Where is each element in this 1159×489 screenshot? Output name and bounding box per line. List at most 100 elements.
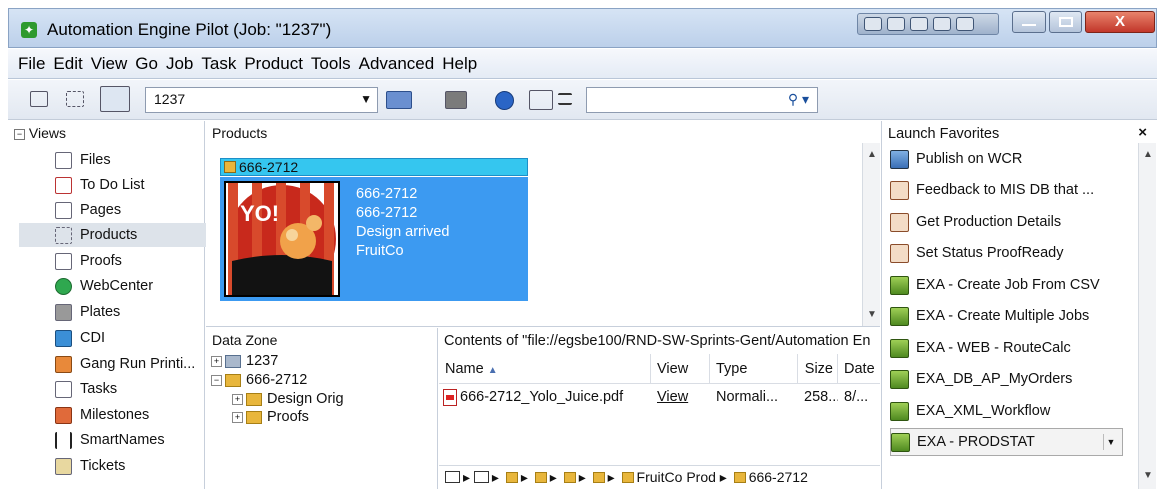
- views-header[interactable]: − Views: [8, 121, 204, 145]
- tree-node-666-2712[interactable]: − 666-2712: [211, 371, 307, 389]
- column-header-date[interactable]: Date: [838, 354, 880, 384]
- favorite-item[interactable]: EXA - Create Job From CSV: [890, 271, 1122, 299]
- title-tool-icon[interactable]: [956, 17, 974, 31]
- favorite-item[interactable]: EXA - Create Multiple Jobs: [890, 302, 1122, 330]
- search-icon[interactable]: ⚲ ▾: [788, 91, 809, 108]
- scroll-up-icon[interactable]: ▲: [1143, 149, 1153, 160]
- expand-icon[interactable]: +: [232, 411, 243, 423]
- menu-help[interactable]: Help: [442, 54, 477, 74]
- tree-node-label: Proofs: [267, 409, 309, 425]
- panel-toggle-icon[interactable]: [100, 86, 130, 112]
- computer-icon[interactable]: [30, 91, 48, 107]
- product-card[interactable]: YO! 666-2712 666-2712 Design arrived Fru…: [220, 177, 528, 301]
- menu-edit[interactable]: Edit: [53, 54, 82, 74]
- close-button[interactable]: X: [1085, 11, 1155, 33]
- list-view-icon[interactable]: [558, 93, 572, 105]
- scroll-down-icon[interactable]: ▼: [1143, 470, 1153, 481]
- network-icon[interactable]: [445, 471, 460, 483]
- view-item-todo[interactable]: To Do List: [55, 173, 144, 197]
- job-combo[interactable]: 1237 ▼: [145, 87, 378, 113]
- view-item-smartnames[interactable]: SmartNames: [55, 428, 165, 452]
- view-item-webcenter[interactable]: WebCenter: [55, 274, 153, 298]
- path-segment[interactable]: 666-2712: [749, 469, 808, 485]
- close-icon[interactable]: ×: [1138, 124, 1147, 141]
- grid-view-icon[interactable]: [66, 91, 84, 107]
- view-item-files[interactable]: Files: [55, 148, 111, 172]
- view-item-gang-run[interactable]: Gang Run Printi...: [55, 352, 195, 376]
- folder-icon[interactable]: [733, 472, 746, 483]
- expand-icon[interactable]: +: [211, 355, 222, 367]
- folder-icon[interactable]: [505, 472, 518, 483]
- maximize-icon: [1058, 17, 1073, 27]
- view-item-tasks[interactable]: Tasks: [55, 377, 117, 401]
- menu-task[interactable]: Task: [201, 54, 236, 74]
- folder-icon[interactable]: [621, 472, 634, 483]
- favorite-item[interactable]: EXA - WEB - RouteCalc: [890, 334, 1122, 362]
- favorite-item[interactable]: Publish on WCR: [890, 145, 1122, 173]
- view-item-proofs[interactable]: Proofs: [55, 249, 122, 273]
- scroll-down-icon[interactable]: ▼: [867, 309, 877, 320]
- chevron-down-icon[interactable]: ▼: [1103, 434, 1118, 450]
- favorite-item[interactable]: EXA_XML_Workflow: [890, 397, 1122, 425]
- column-header-type[interactable]: Type: [710, 354, 798, 384]
- collapse-icon[interactable]: −: [14, 129, 25, 140]
- title-tool-icon[interactable]: [910, 17, 928, 31]
- path-segment[interactable]: FruitCo Prod: [637, 469, 716, 485]
- title-tool-icon[interactable]: [933, 17, 951, 31]
- new-product-icon[interactable]: [445, 91, 467, 109]
- view-item-cdi[interactable]: CDI: [55, 326, 105, 350]
- menu-go[interactable]: Go: [135, 54, 158, 74]
- favorite-item[interactable]: EXA_DB_AP_MyOrders: [890, 365, 1122, 393]
- web-icon: [890, 149, 909, 169]
- view-item-label: Files: [80, 152, 111, 168]
- favorite-item[interactable]: Feedback to MIS DB that ...: [890, 176, 1122, 204]
- title-tool-icon[interactable]: [864, 17, 882, 31]
- title-tool-icon[interactable]: [887, 17, 905, 31]
- view-item-pages[interactable]: Pages: [55, 198, 121, 222]
- menu-job[interactable]: Job: [166, 54, 193, 74]
- file-name: 666-2712_Yolo_Juice.pdf: [460, 389, 624, 405]
- favorite-item[interactable]: Get Production Details: [890, 208, 1122, 236]
- tree-node-proofs[interactable]: + Proofs: [232, 408, 309, 426]
- minimize-button[interactable]: [1012, 11, 1046, 33]
- info-icon[interactable]: [495, 91, 514, 110]
- folder-icon[interactable]: [534, 472, 547, 483]
- menu-tools[interactable]: Tools: [311, 54, 351, 74]
- product-card-details: 666-2712 666-2712 Design arrived FruitCo: [356, 185, 450, 261]
- collapse-icon[interactable]: −: [211, 374, 222, 386]
- maximize-button[interactable]: [1049, 11, 1082, 33]
- view-item-products[interactable]: Products: [19, 223, 209, 247]
- computer-icon[interactable]: [473, 471, 489, 483]
- tree-node-design-orig[interactable]: + Design Orig: [232, 390, 344, 408]
- column-header-size[interactable]: Size: [798, 354, 838, 384]
- file-size: 258...: [804, 389, 838, 405]
- file-row-name[interactable]: 666-2712_Yolo_Juice.pdf: [443, 385, 649, 409]
- file-view-link[interactable]: View: [657, 385, 707, 409]
- favorites-scrollbar[interactable]: ▲ ▼: [1138, 143, 1156, 489]
- menu-advanced[interactable]: Advanced: [359, 54, 435, 74]
- contents-panel: Contents of "file://egsbe100/RND-SW-Spri…: [439, 328, 880, 489]
- menu-product[interactable]: Product: [244, 54, 303, 74]
- column-header-view[interactable]: View: [651, 354, 710, 384]
- product-card-header[interactable]: 666-2712: [220, 158, 528, 176]
- favorite-item-selected[interactable]: EXA - PRODSTAT ▼: [890, 428, 1123, 456]
- view-item-plates[interactable]: Plates: [55, 300, 120, 324]
- scroll-up-icon[interactable]: ▲: [867, 149, 877, 160]
- favorite-item[interactable]: Set Status ProofReady: [890, 239, 1122, 267]
- open-folder-icon[interactable]: [386, 91, 412, 109]
- folder-icon[interactable]: [563, 472, 576, 483]
- menu-view[interactable]: View: [91, 54, 128, 74]
- folder-icon[interactable]: [592, 472, 605, 483]
- menu-file[interactable]: File: [18, 54, 45, 74]
- expand-icon[interactable]: +: [232, 393, 243, 405]
- search-input[interactable]: ⚲ ▾: [586, 87, 818, 113]
- view-item-milestones[interactable]: Milestones: [55, 403, 149, 427]
- title-bar-tools[interactable]: [857, 13, 999, 35]
- thumbnail-view-icon[interactable]: [529, 90, 553, 110]
- path-bar: ▸ ▸ ▸ ▸ ▸ ▸ FruitCo Prod ▸ 666-2712: [439, 465, 880, 489]
- column-header-name[interactable]: Name ▲: [439, 354, 651, 384]
- tree-node-label: 666-2712: [246, 372, 308, 388]
- view-item-tickets[interactable]: Tickets: [55, 454, 125, 478]
- products-scrollbar[interactable]: ▲ ▼: [862, 143, 880, 326]
- tree-node-1237[interactable]: + 1237: [211, 352, 278, 370]
